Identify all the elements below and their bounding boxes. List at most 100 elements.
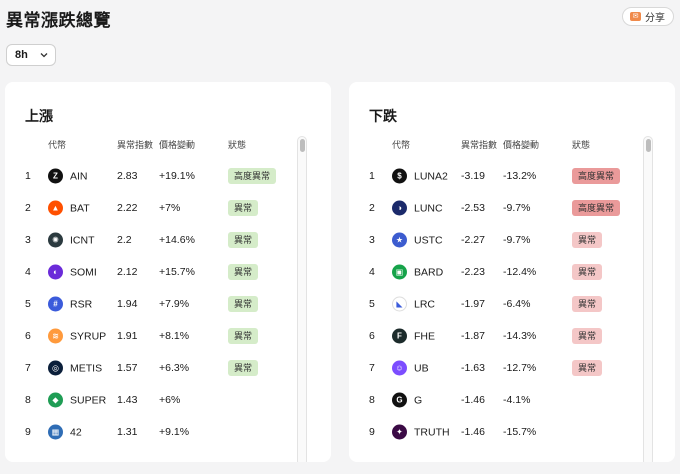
coin-symbol: SYRUP xyxy=(70,330,107,342)
coin-cell[interactable]: $ LUNA2 xyxy=(392,168,448,184)
col-score: 異常指數 xyxy=(117,140,154,150)
status-badge: 高度異常 xyxy=(228,168,277,184)
table-row[interactable]: 7 ◎ METIS 1.57 +6.3% 異常 xyxy=(5,354,295,382)
anomaly-score: -1.46 xyxy=(461,426,485,438)
rank: 7 xyxy=(25,362,31,374)
table-row[interactable]: 8 G G -1.46 -4.1% xyxy=(349,386,639,414)
coin-cell[interactable]: F FHE xyxy=(392,328,435,344)
price-change: -9.7% xyxy=(503,234,531,246)
coin-cell[interactable]: # RSR xyxy=(48,296,93,312)
coin-cell[interactable]: ▦ 42 xyxy=(48,424,82,440)
table-row[interactable]: 9 ✦ TRUTH -1.46 -15.7% xyxy=(349,418,639,446)
scrollbar-thumb[interactable] xyxy=(646,139,651,152)
table-row[interactable]: 1 $ LUNA2 -3.19 -13.2% 高度異常 xyxy=(349,162,639,190)
anomaly-score: 1.31 xyxy=(117,426,138,438)
price-change: -13.2% xyxy=(503,170,537,182)
coin-cell[interactable]: ★ USTC xyxy=(392,232,443,248)
anomaly-score: -2.27 xyxy=(461,234,485,246)
col-score: 異常指數 xyxy=(461,140,498,150)
col-coin: 代幣 xyxy=(392,140,411,150)
coin-symbol: FHE xyxy=(414,330,435,342)
coin-cell[interactable]: ▣ BARD xyxy=(392,264,443,280)
table-row[interactable]: 6 ≋ SYRUP 1.91 +8.1% 異常 xyxy=(5,322,295,350)
gainers-panel: 上漲 代幣 異常指數 價格變動 狀態 1 Z AIN 2.83 +19.1% 高度異常 2 ▲… xyxy=(5,82,331,462)
status-badge: 高度異常 xyxy=(572,168,621,184)
coin-logo-icon: ▣ xyxy=(392,264,407,280)
anomaly-score: 1.43 xyxy=(117,394,138,406)
coin-cell[interactable]: ◎ METIS xyxy=(48,360,103,376)
coin-logo-icon: ◐ xyxy=(48,264,63,280)
table-row[interactable]: 2 ▲ BAT 2.22 +7% 異常 xyxy=(5,194,295,222)
coin-cell[interactable]: ◐ SOMI xyxy=(48,264,97,280)
table-row[interactable]: 9 ▦ 42 1.31 +9.1% xyxy=(5,418,295,446)
anomaly-score: 2.2 xyxy=(117,234,132,246)
rank: 5 xyxy=(369,298,375,310)
rank: 3 xyxy=(25,234,31,246)
anomaly-score: 2.83 xyxy=(117,170,138,182)
coin-logo-icon: ✺ xyxy=(48,232,63,248)
anomaly-score: -2.23 xyxy=(461,266,485,278)
rank: 8 xyxy=(369,394,375,406)
table-row[interactable]: 3 ✺ ICNT 2.2 +14.6% 異常 xyxy=(5,226,295,254)
share-button[interactable]: ✉ 分享 xyxy=(622,7,674,26)
coin-cell[interactable]: ✦ TRUTH xyxy=(392,424,450,440)
rank: 9 xyxy=(25,426,31,438)
status-badge: 異常 xyxy=(228,296,259,312)
table-row[interactable]: 1 Z AIN 2.83 +19.1% 高度異常 xyxy=(5,162,295,190)
coin-symbol: SUPER xyxy=(70,394,107,406)
price-change: -12.4% xyxy=(503,266,537,278)
status-badge: 異常 xyxy=(228,232,259,248)
coin-symbol: RSR xyxy=(70,298,93,310)
table-row[interactable]: 4 ◐ SOMI 2.12 +15.7% 異常 xyxy=(5,258,295,286)
coin-symbol: AIN xyxy=(70,170,88,182)
status-badge: 異常 xyxy=(572,232,603,248)
losers-title: 下跌 xyxy=(369,108,397,124)
table-row[interactable]: 6 F FHE -1.87 -14.3% 異常 xyxy=(349,322,639,350)
coin-cell[interactable]: ▲ BAT xyxy=(48,200,90,216)
table-row[interactable]: 2 ◑ LUNC -2.53 -9.7% 高度異常 xyxy=(349,194,639,222)
coin-cell[interactable]: Z AIN xyxy=(48,168,88,184)
coin-logo-icon: ★ xyxy=(392,232,407,248)
period-select[interactable]: 8h xyxy=(6,44,56,66)
coin-logo-icon: # xyxy=(48,296,63,312)
period-value: 8h xyxy=(15,49,28,61)
table-row[interactable]: 5 ◣ LRC -1.97 -6.4% 異常 xyxy=(349,290,639,318)
price-change: +9.1% xyxy=(159,426,190,438)
page-title: 異常漲跌總覽 xyxy=(6,11,111,30)
coin-cell[interactable]: ≋ SYRUP xyxy=(48,328,107,344)
coin-cell[interactable]: ◑ LUNC xyxy=(392,200,443,216)
price-change: -14.3% xyxy=(503,330,537,342)
price-change: +19.1% xyxy=(159,170,195,182)
rank: 1 xyxy=(369,170,375,182)
status-badge: 異常 xyxy=(228,264,259,280)
col-status: 狀態 xyxy=(572,140,591,150)
gainers-scrollbar[interactable] xyxy=(297,136,307,462)
coin-cell[interactable]: ◣ LRC xyxy=(392,296,435,312)
table-row[interactable]: 3 ★ USTC -2.27 -9.7% 異常 xyxy=(349,226,639,254)
col-change: 價格變動 xyxy=(503,140,540,150)
coin-symbol: METIS xyxy=(70,362,103,374)
coin-cell[interactable]: ✺ ICNT xyxy=(48,232,95,248)
rank: 6 xyxy=(369,330,375,342)
coin-logo-icon: F xyxy=(392,328,407,344)
losers-scrollbar[interactable] xyxy=(643,136,653,462)
coin-symbol: G xyxy=(414,394,423,406)
coin-cell[interactable]: ◆ SUPER xyxy=(48,392,107,408)
anomaly-score: 1.57 xyxy=(117,362,138,374)
price-change: +7% xyxy=(159,202,181,214)
rank: 4 xyxy=(25,266,31,278)
table-row[interactable]: 5 # RSR 1.94 +7.9% 異常 xyxy=(5,290,295,318)
price-change: +7.9% xyxy=(159,298,190,310)
price-change: +6% xyxy=(159,394,181,406)
coin-logo-icon: $ xyxy=(392,168,407,184)
table-row[interactable]: 4 ▣ BARD -2.23 -12.4% 異常 xyxy=(349,258,639,286)
coin-cell[interactable]: GG xyxy=(392,392,423,408)
table-row[interactable]: 7 ☺ UB -1.63 -12.7% 異常 xyxy=(349,354,639,382)
coin-logo-icon: G xyxy=(392,392,407,408)
coin-symbol: BAT xyxy=(70,202,90,214)
table-row[interactable]: 8 ◆ SUPER 1.43 +6% xyxy=(5,386,295,414)
scrollbar-thumb[interactable] xyxy=(300,139,305,152)
coin-symbol: TRUTH xyxy=(414,426,450,438)
coin-cell[interactable]: ☺ UB xyxy=(392,360,429,376)
share-label: 分享 xyxy=(645,13,665,24)
